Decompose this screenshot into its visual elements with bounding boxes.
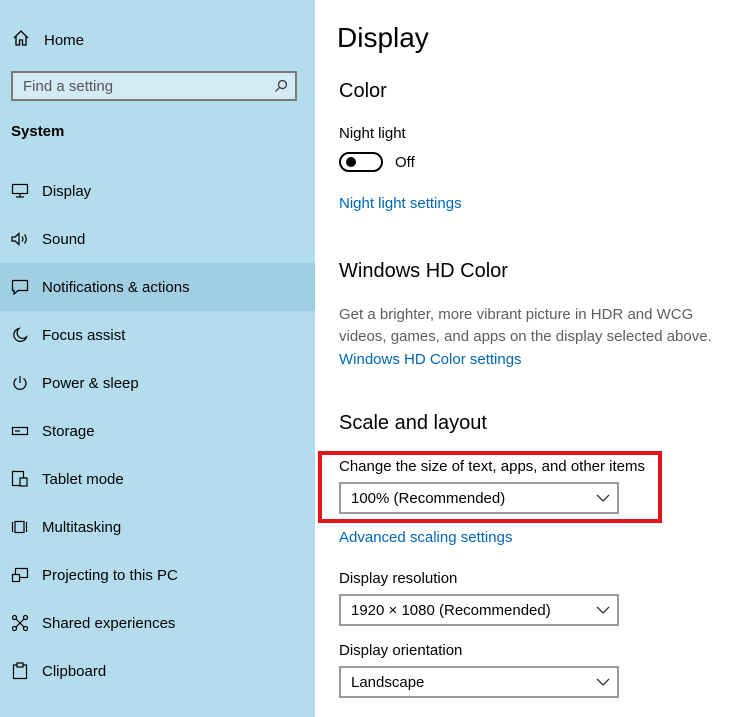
toggle-knob — [346, 157, 356, 167]
sidebar-item-multitasking[interactable]: Multitasking — [0, 503, 315, 551]
night-light-state: Off — [395, 154, 415, 171]
sidebar-item-projecting[interactable]: Projecting to this PC — [0, 551, 315, 599]
section-title-system: System — [11, 123, 65, 140]
display-orientation-value: Landscape — [351, 673, 425, 691]
moon-icon — [10, 325, 30, 345]
hd-color-description: Get a brighter, more vibrant picture in … — [339, 306, 712, 345]
sidebar-item-label: Clipboard — [42, 662, 107, 680]
sidebar-item-notifications-actions[interactable]: Notifications & actions — [0, 263, 315, 311]
sidebar-item-shared-experiences[interactable]: Shared experiences — [0, 599, 315, 647]
scale-size-dropdown[interactable]: 100% (Recommended) — [339, 482, 619, 514]
display-orientation-label: Display orientation — [339, 642, 463, 659]
hd-color-settings-link[interactable]: Windows HD Color settings — [339, 351, 522, 368]
projecting-icon — [10, 565, 30, 585]
page-title: Display — [337, 22, 429, 53]
sidebar-item-display[interactable]: Display — [0, 167, 315, 215]
advanced-scaling-settings-link[interactable]: Advanced scaling settings — [339, 529, 512, 546]
display-resolution-dropdown[interactable]: 1920 × 1080 (Recommended) — [339, 594, 619, 626]
sidebar-item-label: Display — [42, 182, 92, 200]
chevron-down-icon — [589, 484, 617, 512]
sidebar-item-label: Notifications & actions — [42, 278, 190, 296]
sidebar-item-storage[interactable]: Storage — [0, 407, 315, 455]
storage-icon — [10, 421, 30, 441]
sidebar-item-label: Storage — [42, 422, 95, 440]
night-light-toggle[interactable] — [339, 152, 383, 172]
sidebar-item-sound[interactable]: Sound — [0, 215, 315, 263]
display-resolution-value: 1920 × 1080 (Recommended) — [351, 601, 551, 619]
sidebar-item-clipboard[interactable]: Clipboard — [0, 647, 315, 695]
shared-experiences-icon — [10, 613, 30, 633]
scale-size-label: Change the size of text, apps, and other… — [339, 458, 646, 475]
home-icon — [12, 29, 30, 52]
power-icon — [10, 373, 30, 393]
sidebar-item-label: Focus assist — [42, 326, 126, 344]
monitor-icon — [10, 181, 30, 201]
section-heading-color: Color — [339, 80, 387, 102]
search-box[interactable] — [11, 71, 297, 101]
display-resolution-label: Display resolution — [339, 570, 458, 587]
tablet-mode-icon — [10, 469, 30, 489]
sidebar-item-label: Sound — [42, 230, 86, 248]
sidebar-item-label: Tablet mode — [42, 470, 124, 488]
scale-size-value: 100% (Recommended) — [351, 489, 506, 507]
home-nav[interactable]: Home — [12, 28, 84, 52]
night-light-label: Night light — [339, 125, 406, 142]
chevron-down-icon — [589, 668, 617, 696]
night-light-settings-link[interactable]: Night light settings — [339, 195, 462, 212]
sidebar-item-focus-assist[interactable]: Focus assist — [0, 311, 315, 359]
sidebar-item-label: Shared experiences — [42, 614, 176, 632]
home-label: Home — [44, 31, 85, 49]
main-content: Display Color Night light Off Night ligh… — [315, 0, 731, 717]
sidebar: Home System Display Sound Notifications … — [0, 0, 315, 717]
chevron-down-icon — [589, 596, 617, 624]
sidebar-item-power-sleep[interactable]: Power & sleep — [0, 359, 315, 407]
search-icon[interactable] — [269, 74, 293, 98]
sidebar-item-tablet-mode[interactable]: Tablet mode — [0, 455, 315, 503]
sidebar-item-label: Projecting to this PC — [42, 566, 178, 584]
speaker-icon — [10, 229, 30, 249]
clipboard-icon — [10, 661, 30, 681]
search-input[interactable] — [13, 76, 269, 96]
section-heading-hd-color: Windows HD Color — [339, 260, 508, 282]
notification-icon — [10, 277, 30, 297]
section-heading-scale-layout: Scale and layout — [339, 412, 487, 434]
multitasking-icon — [10, 517, 30, 537]
display-orientation-dropdown[interactable]: Landscape — [339, 666, 619, 698]
sidebar-item-label: Power & sleep — [42, 374, 139, 392]
sidebar-item-label: Multitasking — [42, 518, 122, 536]
